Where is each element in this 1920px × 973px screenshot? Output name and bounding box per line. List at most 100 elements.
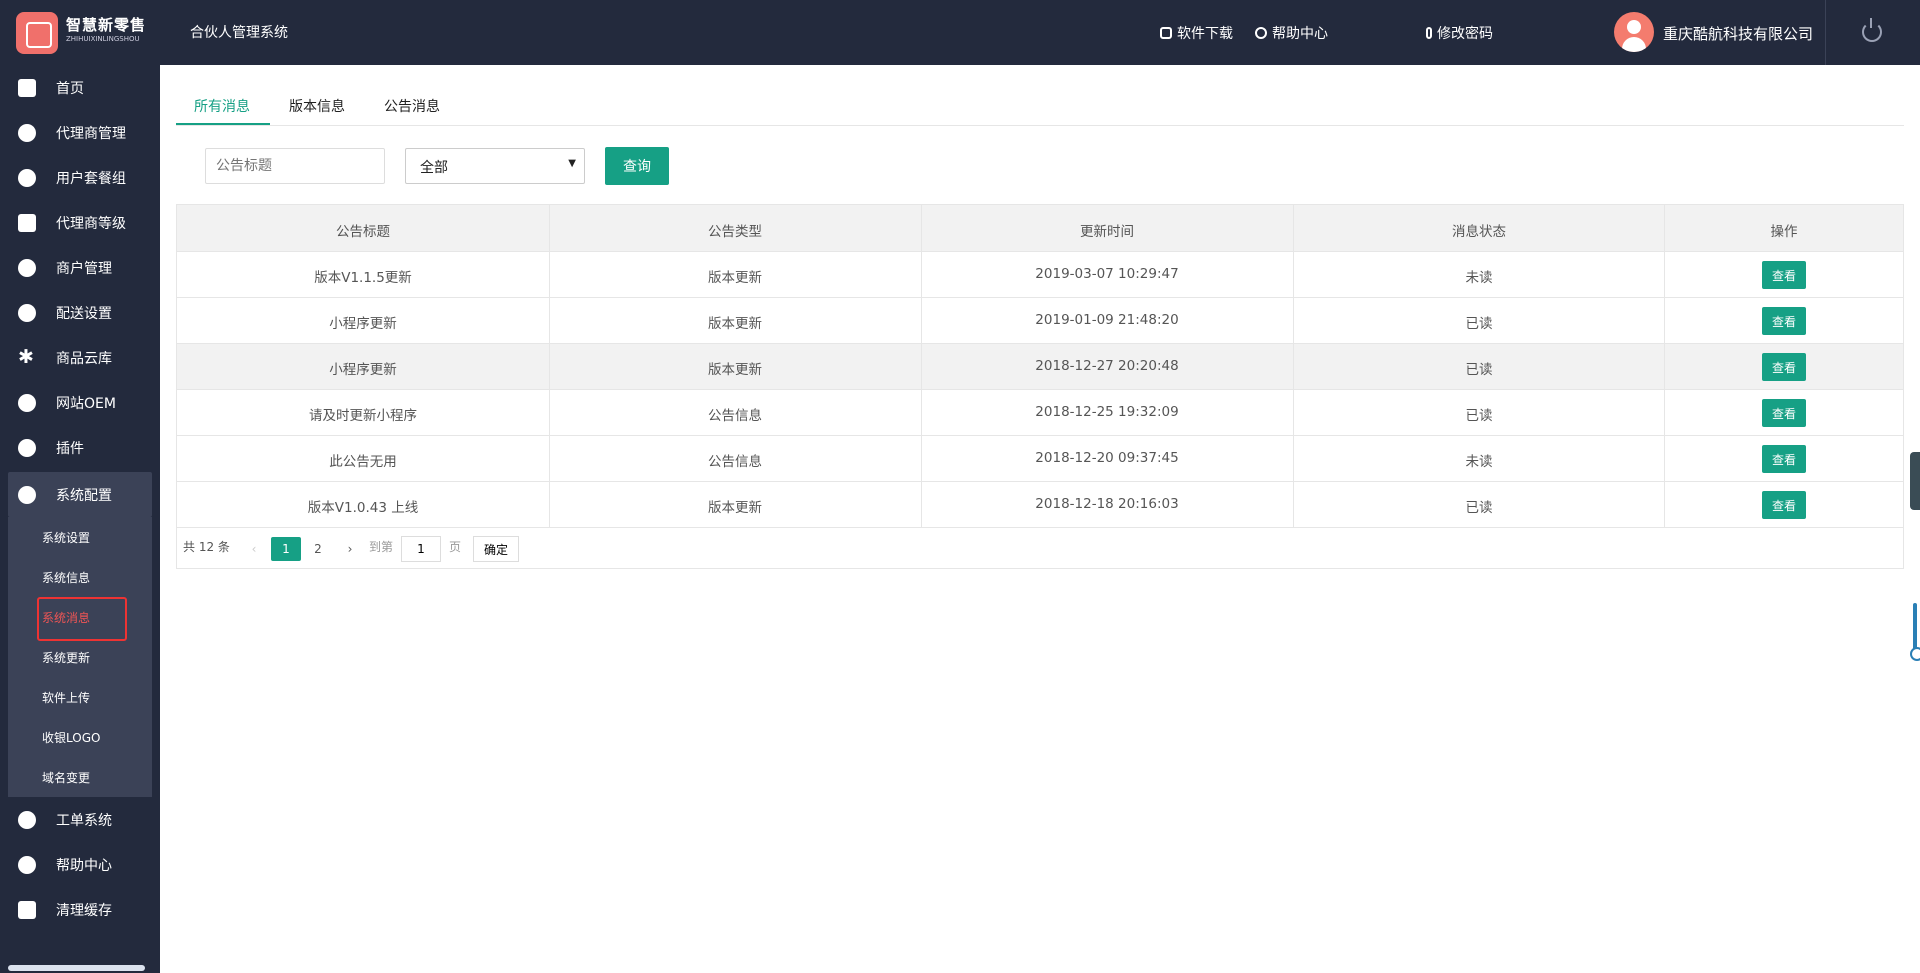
view-button[interactable]: 查看	[1762, 445, 1806, 473]
submenu-item-update[interactable]: 系统更新	[42, 649, 90, 666]
top-bar: 智慧新零售 ZHIHUIXINLINGSHOU 合伙人管理系统 软件下载 帮助中…	[0, 0, 1920, 65]
view-button[interactable]: 查看	[1762, 307, 1806, 335]
page-jump-input[interactable]	[401, 536, 441, 562]
brand-name: 智慧新零售	[66, 16, 147, 34]
view-button[interactable]: 查看	[1762, 399, 1806, 427]
sidebar-item-oem[interactable]: 网站OEM	[8, 380, 152, 425]
sidebar-item-label: 代理商管理	[56, 125, 126, 142]
submenu-item-info[interactable]: 系统信息	[42, 569, 90, 586]
type-select[interactable]: 全部 ▼	[405, 148, 585, 184]
delivery-icon	[18, 303, 36, 322]
sidebar-item-system-config[interactable]: 系统配置	[8, 472, 152, 517]
view-button[interactable]: 查看	[1762, 261, 1806, 289]
asterisk-icon	[18, 346, 36, 368]
page-unit-label: 页	[449, 540, 462, 554]
sidebar-item-label: 代理商等级	[56, 215, 126, 232]
page-1-button[interactable]: 1	[271, 537, 301, 561]
cell-status: 未读	[1465, 270, 1493, 286]
title-search-input[interactable]	[205, 148, 385, 184]
cell-type: 版本更新	[708, 270, 762, 286]
sidebar-item-home[interactable]: 首页	[8, 65, 152, 110]
submenu-item-logo[interactable]: 收银LOGO	[42, 729, 100, 746]
active-tab-indicator	[176, 123, 270, 125]
table-header: 公告标题 公告类型 更新时间 消息状态 操作	[177, 205, 1903, 252]
cell-title: 版本V1.0.43 上线	[307, 500, 419, 516]
sidebar-item-label: 商品云库	[56, 350, 112, 367]
page-2-button[interactable]: 2	[303, 537, 333, 561]
type-select-value: 全部	[420, 160, 448, 176]
brand-logo[interactable]	[16, 12, 58, 54]
sidebar-item-ticket[interactable]: 工单系统	[8, 797, 152, 842]
view-button[interactable]: 查看	[1762, 491, 1806, 519]
sidebar-item-plugin[interactable]: 插件	[8, 425, 152, 470]
sidebar-item-label: 网站OEM	[56, 395, 116, 412]
user-icon	[18, 258, 36, 277]
brand-subtitle: ZHIHUIXINLINGSHOU	[66, 35, 140, 43]
query-button[interactable]: 查询	[605, 147, 669, 185]
table-row: 版本V1.0.43 上线 版本更新 2018-12-18 20:16:03 已读…	[177, 482, 1903, 528]
sidebar-item-agent[interactable]: 代理商管理	[8, 110, 152, 155]
sidebar-item-label: 首页	[56, 80, 84, 97]
tab-version-info[interactable]: 版本信息	[289, 96, 345, 116]
table-row: 小程序更新 版本更新 2018-12-27 20:20:48 已读 查看	[177, 344, 1903, 390]
sidebar-item-label: 配送设置	[56, 305, 112, 322]
cell-type: 公告信息	[708, 408, 762, 424]
company-name[interactable]: 重庆酷航科技有限公司	[1663, 23, 1813, 44]
sidebar-item-help[interactable]: 帮助中心	[8, 842, 152, 887]
next-page-button[interactable]: ›	[335, 537, 365, 561]
view-button[interactable]: 查看	[1762, 353, 1806, 381]
sidebar-scrollbar[interactable]	[8, 965, 145, 971]
cell-title: 小程序更新	[329, 362, 397, 378]
sidebar-item-label: 插件	[56, 440, 84, 457]
sidebar-item-clear-cache[interactable]: 清理缓存	[8, 887, 152, 932]
thermometer-icon	[1426, 27, 1432, 39]
submenu-item-settings[interactable]: 系统设置	[42, 529, 90, 546]
sidebar-item-label: 用户套餐组	[56, 170, 126, 187]
sidebar-item-product-cloud[interactable]: 商品云库	[8, 335, 152, 380]
home-icon	[18, 78, 36, 97]
table-row: 版本V1.1.5更新 版本更新 2019-03-07 10:29:47 未读 查…	[177, 252, 1903, 298]
side-widget-tab[interactable]	[1910, 452, 1920, 510]
help-link[interactable]: 帮助中心	[1255, 23, 1328, 43]
sidebar-item-label: 商户管理	[56, 260, 112, 277]
password-label: 修改密码	[1437, 26, 1493, 42]
download-link[interactable]: 软件下载	[1160, 23, 1233, 43]
cell-type: 版本更新	[708, 500, 762, 516]
sidebar-item-delivery[interactable]: 配送设置	[8, 290, 152, 335]
help-label: 帮助中心	[1272, 26, 1328, 42]
total-count: 共 12 条	[183, 540, 230, 554]
submenu-item-domain[interactable]: 域名变更	[42, 769, 90, 786]
column-header-status: 消息状态	[1452, 224, 1506, 240]
cell-time: 2018-12-27 20:20:48	[1035, 358, 1179, 374]
cell-status: 已读	[1465, 362, 1493, 378]
level-icon	[18, 213, 36, 232]
sidebar-item-merchant[interactable]: 商户管理	[8, 245, 152, 290]
goto-label: 到第	[369, 540, 394, 554]
sidebar: 首页 代理商管理 用户套餐组 代理商等级 商户管理 配送设置 商品云库 网站OE…	[0, 65, 160, 973]
power-icon[interactable]	[1862, 18, 1882, 42]
send-icon	[18, 393, 36, 412]
side-slider[interactable]	[1910, 603, 1920, 661]
submenu-item-messages[interactable]: 系统消息	[42, 609, 90, 626]
confirm-page-button[interactable]: 确定	[473, 536, 519, 562]
tab-all-messages[interactable]: 所有消息	[194, 96, 250, 116]
sidebar-item-label: 系统配置	[56, 487, 112, 504]
cell-time: 2018-12-20 09:37:45	[1035, 450, 1179, 466]
cell-time: 2019-03-07 10:29:47	[1035, 266, 1179, 282]
column-divider	[1293, 205, 1294, 528]
tab-announcements[interactable]: 公告消息	[384, 96, 440, 116]
change-password-link[interactable]: 修改密码	[1426, 23, 1493, 43]
sidebar-item-level[interactable]: 代理商等级	[8, 200, 152, 245]
cell-time: 2018-12-25 19:32:09	[1035, 404, 1179, 420]
prev-page-button[interactable]: ‹	[239, 537, 269, 561]
cell-type: 版本更新	[708, 362, 762, 378]
column-divider	[549, 205, 550, 528]
sidebar-item-package[interactable]: 用户套餐组	[8, 155, 152, 200]
sidebar-item-label: 清理缓存	[56, 902, 112, 919]
header-divider	[1825, 0, 1826, 65]
table-row: 请及时更新小程序 公告信息 2018-12-25 19:32:09 已读 查看	[177, 390, 1903, 436]
store-icon	[1160, 27, 1172, 39]
sidebar-item-label: 帮助中心	[56, 857, 112, 874]
submenu-item-upload[interactable]: 软件上传	[42, 689, 90, 706]
avatar[interactable]	[1614, 12, 1654, 52]
